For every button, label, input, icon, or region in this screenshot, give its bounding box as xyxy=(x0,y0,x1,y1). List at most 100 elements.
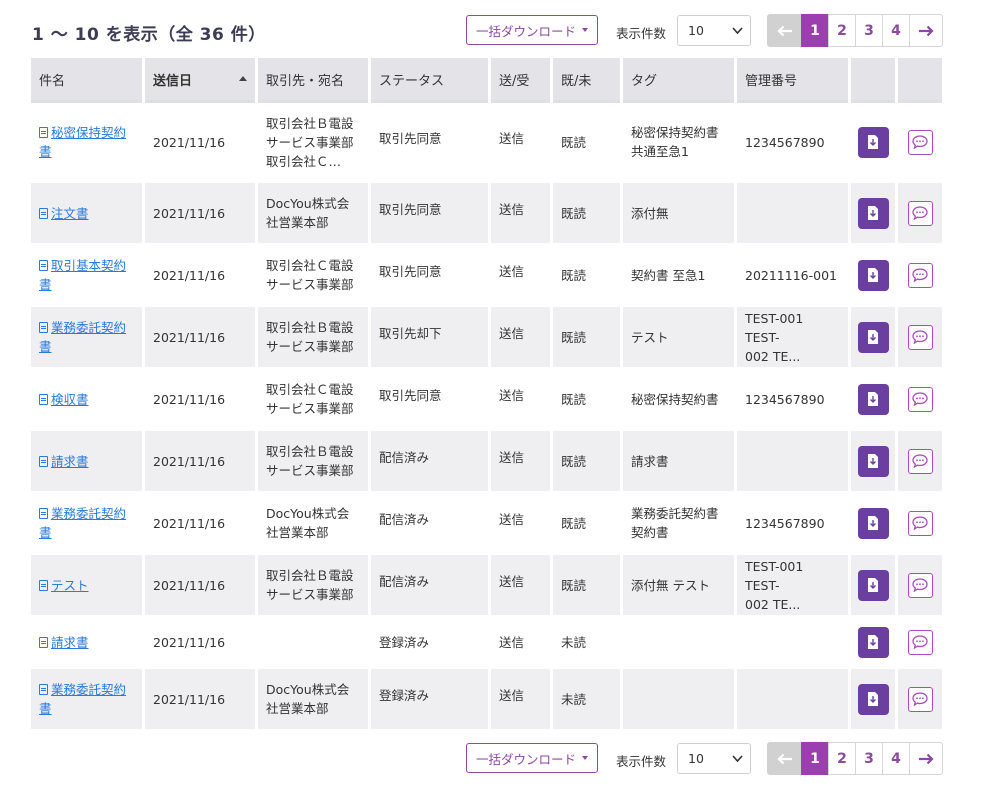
cell-status: 取引先同意 xyxy=(371,369,488,431)
download-button[interactable] xyxy=(857,507,889,539)
cell-partner-line: サービス事業部 xyxy=(266,339,354,354)
table-row: 請求書 2021/11/16 取引会社Ｂ電設 サービス事業部 配信済み 送信 既読 請求書 xyxy=(31,431,942,493)
comment-button[interactable] xyxy=(907,386,933,412)
col-header-direction[interactable]: 送/受 xyxy=(491,58,550,103)
doc-name-link[interactable]: 業務委託契約書 xyxy=(39,680,134,718)
per-page-select-bottom[interactable]: 10 xyxy=(677,743,751,774)
cell-direction: 送信 xyxy=(491,369,550,431)
cell-read-line: 既読 xyxy=(561,134,587,150)
table-row: 注文書 2021/11/16 DocYou株式会 社営業本部 取引先同意 送信 既読 添付無 xyxy=(31,183,942,245)
comment-button[interactable] xyxy=(907,572,933,598)
cell-sent-date-line: 2021/11/16 xyxy=(153,267,226,283)
download-button[interactable] xyxy=(857,126,889,158)
download-button[interactable] xyxy=(857,445,889,477)
cell-read: 既読 xyxy=(553,369,620,431)
cell-mgmt-number: 1234567890 xyxy=(737,493,848,555)
prev-page-button[interactable] xyxy=(767,742,802,775)
download-button[interactable] xyxy=(857,569,889,601)
col-header-partner[interactable]: 取引先・宛名 xyxy=(258,58,368,103)
col-header-mgmt-number[interactable]: 管理番号 xyxy=(737,58,848,103)
cell-partner-line: 取引会社Ｂ電設 xyxy=(266,115,354,131)
doc-name-link[interactable]: 秘密保持契約書 xyxy=(39,123,134,161)
download-button[interactable] xyxy=(857,197,889,229)
download-icon xyxy=(868,330,878,344)
per-page-label: 表示件数 xyxy=(616,26,667,41)
doc-name-link[interactable]: 業務委託契約書 xyxy=(39,318,134,356)
comment-button[interactable] xyxy=(907,200,933,226)
doc-name-link[interactable]: 請求書 xyxy=(39,452,134,471)
page-button-1[interactable]: 1 xyxy=(801,14,829,47)
cell-download xyxy=(851,493,895,555)
cell-direction: 送信 xyxy=(491,669,550,731)
per-page-select[interactable]: 10 xyxy=(677,15,751,46)
col-header-tags[interactable]: タグ xyxy=(623,58,734,103)
comment-button[interactable] xyxy=(907,448,933,474)
cell-mgmt-number-line: TEST-001 TEST- xyxy=(745,310,804,345)
page-button-4[interactable]: 4 xyxy=(882,14,910,47)
doc-name-link[interactable]: 検収書 xyxy=(39,390,134,409)
doc-name-link[interactable]: 業務委託契約書 xyxy=(39,504,134,542)
cell-partner-line: サービス事業部 xyxy=(266,463,354,478)
cell-partner: 取引会社Ｂ電設 サービス事業部 xyxy=(258,555,368,617)
prev-page-button[interactable] xyxy=(767,14,802,47)
doc-name-link[interactable]: 取引基本契約書 xyxy=(39,256,134,294)
cell-partner-line: DocYou株式会 xyxy=(266,682,350,697)
comment-button[interactable] xyxy=(907,629,933,655)
page-button-1[interactable]: 1 xyxy=(801,742,829,775)
page-button-2[interactable]: 2 xyxy=(828,14,856,47)
download-button[interactable] xyxy=(857,259,889,291)
comment-button[interactable] xyxy=(907,324,933,350)
cell-status-line: 取引先同意 xyxy=(379,263,442,279)
page-button-3[interactable]: 3 xyxy=(855,14,883,47)
cell-doc-name: 業務委託契約書 xyxy=(31,493,142,555)
doc-name-link[interactable]: 注文書 xyxy=(39,204,134,223)
page-button-4[interactable]: 4 xyxy=(882,742,910,775)
bulk-download-button-bottom[interactable]: 一括ダウンロード xyxy=(466,743,598,773)
cell-doc-name: 検収書 xyxy=(31,369,142,431)
cell-partner-line: 取引会社Ｂ電設 xyxy=(266,444,354,459)
document-icon xyxy=(39,636,48,648)
cell-read-line: 未読 xyxy=(561,634,587,650)
comment-button[interactable] xyxy=(907,510,933,536)
col-header-name[interactable]: 件名 xyxy=(31,58,142,103)
cell-mgmt-number-line: TEST-001 TEST- xyxy=(745,558,804,593)
doc-name-link[interactable]: 請求書 xyxy=(39,633,134,652)
comment-button[interactable] xyxy=(907,686,933,712)
page-button-2[interactable]: 2 xyxy=(828,742,856,775)
cell-download xyxy=(851,369,895,431)
arrow-left-icon xyxy=(776,25,792,36)
comment-icon xyxy=(912,578,928,592)
cell-comment xyxy=(898,617,942,669)
comment-icon xyxy=(912,454,928,468)
table-row: 請求書 2021/11/16 登録済み 送信 未読 xyxy=(31,617,942,669)
cell-read: 既読 xyxy=(553,431,620,493)
cell-comment xyxy=(898,431,942,493)
doc-name-line: テスト xyxy=(51,577,89,593)
col-header-sent-date[interactable]: 送信日 xyxy=(145,58,255,103)
document-icon xyxy=(39,393,48,405)
col-header-status[interactable]: ステータス xyxy=(371,58,488,103)
next-page-button[interactable] xyxy=(909,742,943,775)
cell-status-line: 取引先同意 xyxy=(379,130,442,146)
cell-read: 未読 xyxy=(553,669,620,731)
bulk-download-button[interactable]: 一括ダウンロード xyxy=(466,15,598,45)
doc-name-line: 業務委託契約 xyxy=(51,506,127,521)
comment-icon xyxy=(912,635,928,649)
doc-name-link[interactable]: テスト xyxy=(39,576,134,595)
table-row: 秘密保持契約書 2021/11/16 取引会社Ｂ電設 サービス事業部 取引会社Ｃ… 取引先… xyxy=(31,103,942,183)
caret-down-icon xyxy=(582,756,588,760)
download-button[interactable] xyxy=(857,383,889,415)
comment-button[interactable] xyxy=(907,262,933,288)
download-button[interactable] xyxy=(857,626,889,658)
comment-button[interactable] xyxy=(907,129,933,155)
download-button[interactable] xyxy=(857,321,889,353)
next-page-button[interactable] xyxy=(909,14,943,47)
caret-down-icon xyxy=(582,28,588,32)
page-button-3[interactable]: 3 xyxy=(855,742,883,775)
download-button[interactable] xyxy=(857,683,889,715)
col-header-read[interactable]: 既/未 xyxy=(553,58,620,103)
doc-name-line: 書 xyxy=(39,525,52,540)
download-icon xyxy=(868,578,878,592)
cell-partner-line: 社営業本部 xyxy=(266,215,329,230)
cell-partner-line: 社営業本部 xyxy=(266,701,329,716)
